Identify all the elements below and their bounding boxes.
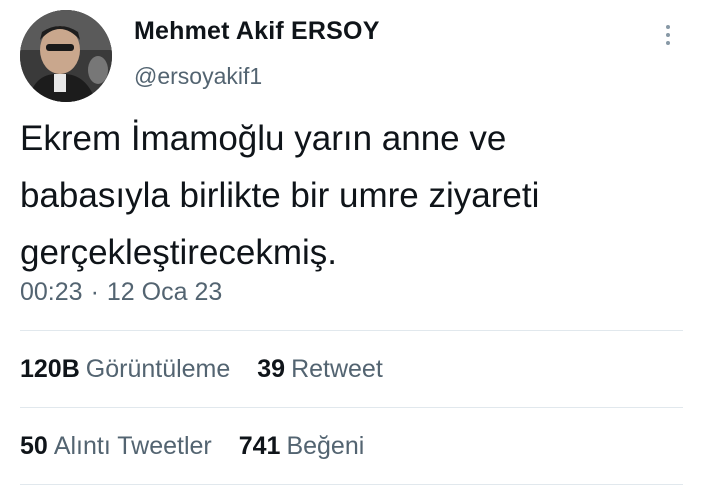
tweet-text-line: babasıyla birlikte bir umre ziyareti [20, 176, 540, 215]
avatar[interactable] [20, 10, 112, 102]
likes-stat[interactable]: 741 Beğeni [239, 432, 365, 461]
author-handle[interactable]: @ersoyakif1 [134, 63, 262, 90]
tweet-date[interactable]: 12 Oca 23 [107, 278, 222, 306]
retweets-label: Retweet [291, 355, 383, 383]
quotes-count: 50 [20, 432, 48, 460]
meta-separator: · [90, 278, 99, 306]
views-count: 120B [20, 355, 80, 383]
likes-count: 741 [238, 432, 281, 460]
stats-row: 50 Alıntı Tweetler 741 Beğeni [20, 432, 384, 461]
divider [20, 407, 683, 408]
views-stat[interactable]: 120B Görüntüleme [20, 355, 230, 384]
retweets-count: 39 [257, 355, 286, 383]
author-name[interactable]: Mehmet Akif ERSOY [134, 17, 380, 46]
retweets-stat[interactable]: 39 Retweet [257, 355, 383, 384]
quotes-stat[interactable]: 50 Alıntı Tweetler [20, 432, 212, 461]
tweet-text: Ekrem İmamoğlu yarın anne ve babasıyla b… [20, 110, 680, 281]
tweet-text-line: gerçekleştirecekmiş. [20, 233, 338, 272]
profile-photo-icon [20, 10, 112, 102]
divider [20, 330, 683, 331]
more-vertical-icon[interactable] [656, 22, 680, 48]
tweet-card: Mehmet Akif ERSOY @ersoyakif1 Ekrem İmam… [0, 0, 703, 487]
tweet-timestamp[interactable]: 00:23 · 12 Oca 23 [20, 278, 222, 307]
likes-label: Beğeni [286, 432, 365, 460]
divider [20, 484, 683, 485]
views-label: Görüntüleme [85, 355, 231, 383]
quotes-label: Alıntı Tweetler [53, 432, 212, 460]
tweet-text-line: Ekrem İmamoğlu yarın anne ve [20, 119, 507, 158]
tweet-time[interactable]: 00:23 [20, 278, 83, 306]
stats-row: 120B Görüntüleme 39 Retweet [20, 355, 403, 384]
